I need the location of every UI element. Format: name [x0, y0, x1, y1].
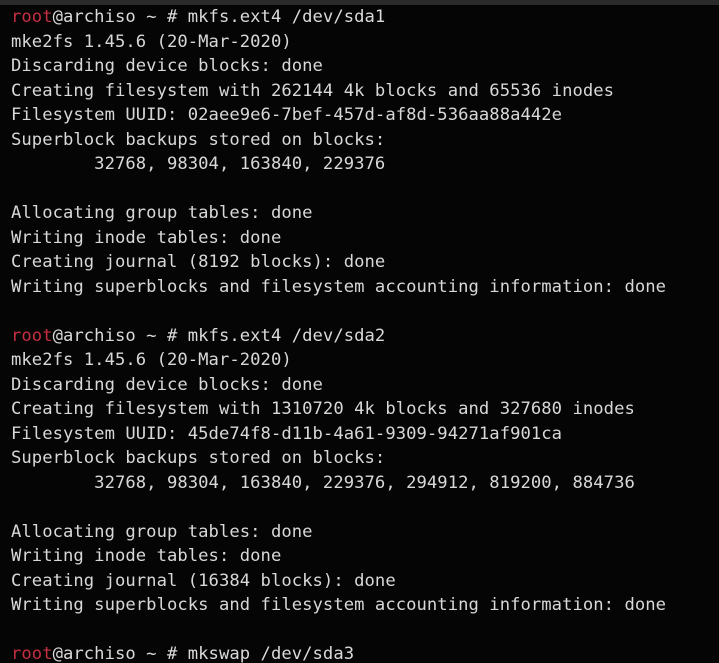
prompt-command: @archiso ~ # mkfs.ext4 /dev/sda2 — [52, 325, 386, 346]
prompt-user: root — [11, 7, 53, 27]
terminal-prompt-line: root@archiso ~ # mkswap /dev/sda3 — [11, 642, 719, 663]
terminal-output-line: Writing superblocks and filesystem accou… — [11, 595, 667, 615]
terminal-output-line: Writing superblocks and filesystem accou… — [11, 276, 667, 297]
terminal-output-line: Creating filesystem with 1310720 4k bloc… — [11, 399, 635, 419]
terminal-output-line: Allocating group tables: done — [11, 521, 313, 542]
terminal-output-line: Discarding device blocks: done — [11, 56, 323, 76]
terminal-output-line: Allocating group tables: done — [11, 203, 313, 223]
terminal-prompt-line: root@archiso ~ # mkfs.ext4 /dev/sda1 — [11, 5, 719, 30]
terminal-output-line: 32768, 98304, 163840, 229376, 294912, 81… — [11, 472, 635, 493]
terminal-output-line: Writing inode tables: done — [11, 227, 282, 248]
terminal-window[interactable]: root@archiso ~ # mkfs.ext4 /dev/sda1 mke2… — [0, 0, 719, 663]
terminal-output-line: Writing inode tables: done — [11, 546, 282, 566]
terminal-output-line: mke2fs 1.45.6 (20-Mar-2020) — [11, 350, 292, 370]
prompt-user: root — [11, 325, 53, 346]
terminal-output-area[interactable]: root@archiso ~ # mkfs.ext4 /dev/sda1 mke2… — [0, 5, 719, 663]
prompt-user: root — [11, 644, 53, 663]
terminal-output-line: mke2fs 1.45.6 (20-Mar-2020) — [11, 31, 292, 52]
terminal-output-line: 32768, 98304, 163840, 229376 — [11, 154, 386, 174]
terminal-prompt-line: root@archiso ~ # mkfs.ext4 /dev/sda2 — [11, 324, 719, 349]
terminal-output-line: Superblock backups stored on blocks: — [11, 448, 386, 468]
prompt-command: @archiso ~ # mkswap /dev/sda3 — [52, 644, 355, 663]
terminal-output-line: Discarding device blocks: done — [11, 374, 323, 395]
terminal-output-line: Superblock backups stored on blocks: — [11, 129, 386, 150]
terminal-output-line: Creating journal (16384 blocks): done — [11, 570, 396, 591]
terminal-output-line: Filesystem UUID: 02aee9e6-7bef-457d-af8d… — [11, 105, 563, 125]
terminal-output-line: Creating journal (8192 blocks): done — [11, 252, 386, 272]
terminal-output-line: Creating filesystem with 262144 4k block… — [11, 80, 615, 101]
prompt-command: @archiso ~ # mkfs.ext4 /dev/sda1 — [52, 7, 386, 27]
terminal-output-line: Filesystem UUID: 45de74f8-d11b-4a61-9309… — [11, 423, 563, 444]
